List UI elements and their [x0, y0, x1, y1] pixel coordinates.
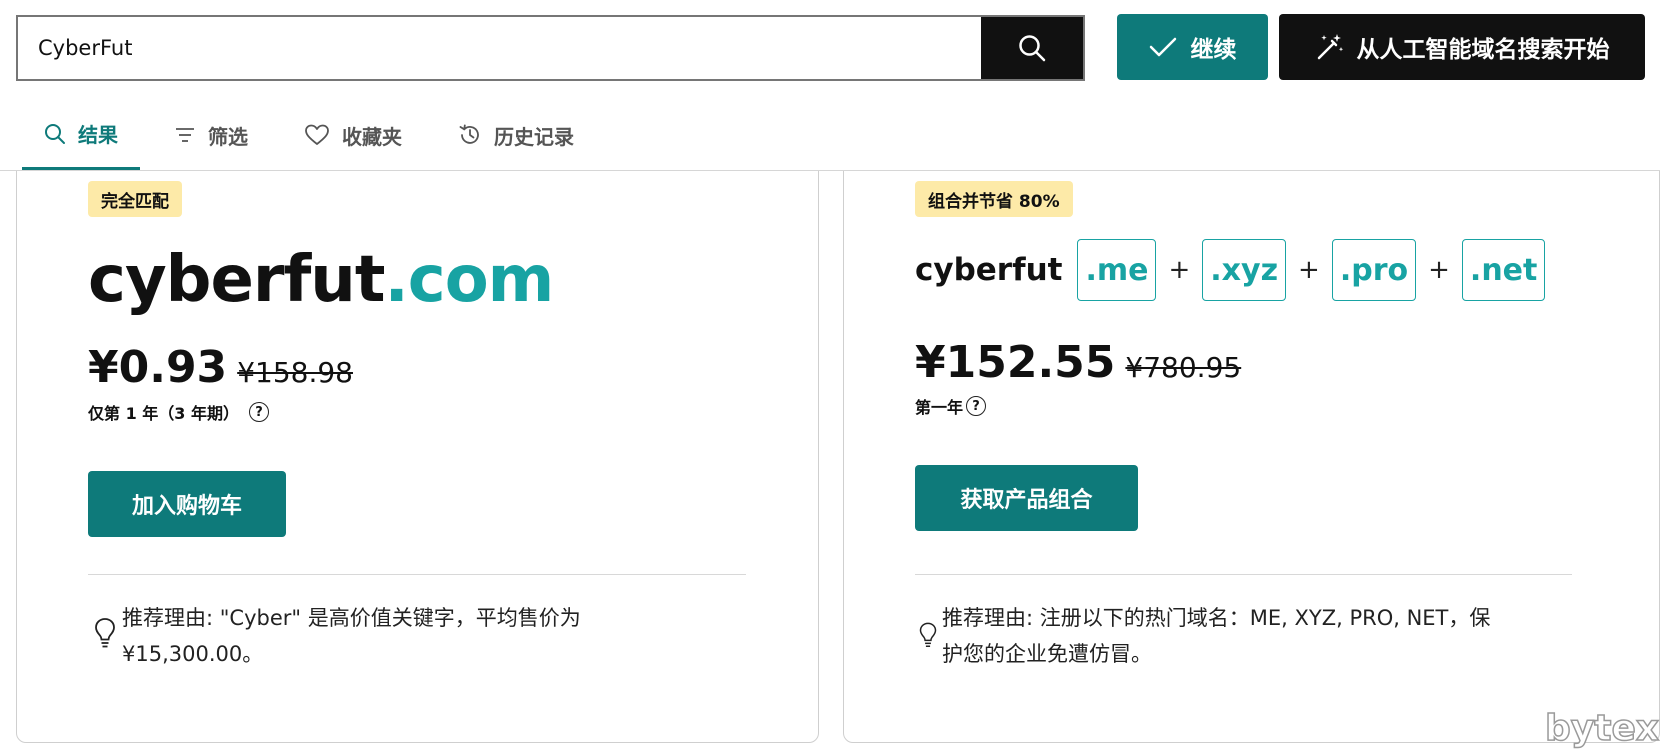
lightbulb-icon: [919, 622, 937, 647]
get-bundle-button[interactable]: 获取产品组合: [915, 465, 1138, 531]
bundle-term-label: 第一年: [915, 398, 964, 417]
reason-line: ¥15,300.00。: [122, 642, 264, 666]
reason-line: 护您的企业免遭仿冒。: [942, 642, 1152, 666]
tab-label: 历史记录: [494, 124, 574, 149]
reason-line: 推荐理由: 注册以下的热门域名：ME, XYZ, PRO, NET，保: [942, 606, 1491, 630]
checkmark-icon: [1149, 37, 1176, 57]
tab-filter[interactable]: 筛选: [152, 100, 270, 170]
tab-label: 筛选: [208, 124, 248, 149]
bundle-current-price: ¥152.55: [915, 337, 1116, 388]
domain-label: cyberfut: [88, 243, 385, 317]
price-block: ¥0.93 ¥158.98: [88, 340, 353, 401]
help-icon[interactable]: ?: [966, 396, 987, 416]
help-icon[interactable]: ?: [248, 402, 269, 422]
tab-favorites[interactable]: 收藏夹: [282, 100, 424, 170]
plus-sign: +: [1168, 255, 1191, 285]
filter-icon: [176, 128, 194, 142]
divider: [915, 574, 1572, 575]
tld-chip-pro: .pro: [1331, 239, 1417, 301]
ai-search-label: 从人工智能域名搜索开始: [1356, 37, 1610, 63]
tld-chip-me: .me: [1077, 239, 1157, 301]
watermark: bytex: [1544, 707, 1660, 750]
term-label: 仅第 1 年（3 年期）: [88, 404, 239, 423]
reason-line: 推荐理由: "Cyber" 是高价值关键字，平均售价为: [122, 606, 581, 630]
recommendation-reason: 推荐理由: "Cyber" 是高价值关键字，平均售价为 ¥15,300.00。: [122, 600, 752, 672]
bundle-original-price: ¥780.95: [1125, 351, 1242, 384]
search-button[interactable]: [981, 17, 1083, 79]
bundle-domains: cyberfut .me + .xyz + .pro + .net: [915, 238, 1546, 302]
exact-match-badge: 完全匹配: [88, 181, 182, 217]
current-price: ¥0.93: [88, 342, 228, 393]
search-input[interactable]: [18, 17, 983, 79]
results-tabs: 结果 筛选 收藏夹 历史记录: [22, 100, 596, 170]
tld-chip-net: .net: [1461, 239, 1546, 301]
bundle-badge: 组合并节省 80%: [915, 181, 1073, 217]
divider: [88, 574, 746, 575]
domain-tld: .com: [384, 243, 554, 317]
tld-chip-xyz: .xyz: [1202, 239, 1287, 301]
magic-wand-icon: [1317, 34, 1343, 60]
tab-label: 结果: [78, 123, 118, 147]
bundle-price-block: ¥152.55 ¥780.95: [915, 335, 1241, 396]
lightbulb-icon: [95, 618, 115, 648]
search-icon: [45, 123, 65, 144]
tab-label: 收藏夹: [342, 124, 402, 149]
search-box: [16, 15, 1085, 81]
continue-label: 继续: [1190, 37, 1237, 63]
ai-domain-search-button[interactable]: 从人工智能域名搜索开始: [1279, 14, 1645, 80]
plus-sign: +: [1428, 255, 1450, 285]
tab-results[interactable]: 结果: [22, 100, 140, 170]
bundle-term-info: 第一年 ?: [915, 394, 987, 418]
term-info: 仅第 1 年（3 年期） ?: [88, 400, 269, 424]
heart-icon: [305, 124, 329, 145]
domain-name: cyberfut.com: [88, 240, 554, 320]
top-bar: 继续 从人工智能域名搜索开始 结果 筛选: [0, 0, 1660, 171]
history-icon: [459, 124, 479, 144]
tab-history[interactable]: 历史记录: [436, 100, 596, 170]
original-price: ¥158.98: [237, 356, 353, 389]
bundle-domain-label: cyberfut: [915, 252, 1063, 288]
bundle-recommendation-reason: 推荐理由: 注册以下的热门域名：ME, XYZ, PRO, NET，保 护您的企…: [942, 600, 1582, 672]
add-to-cart-button[interactable]: 加入购物车: [88, 471, 286, 537]
continue-button[interactable]: 继续: [1117, 14, 1268, 80]
plus-sign: +: [1298, 255, 1320, 285]
search-icon: [1019, 35, 1046, 62]
